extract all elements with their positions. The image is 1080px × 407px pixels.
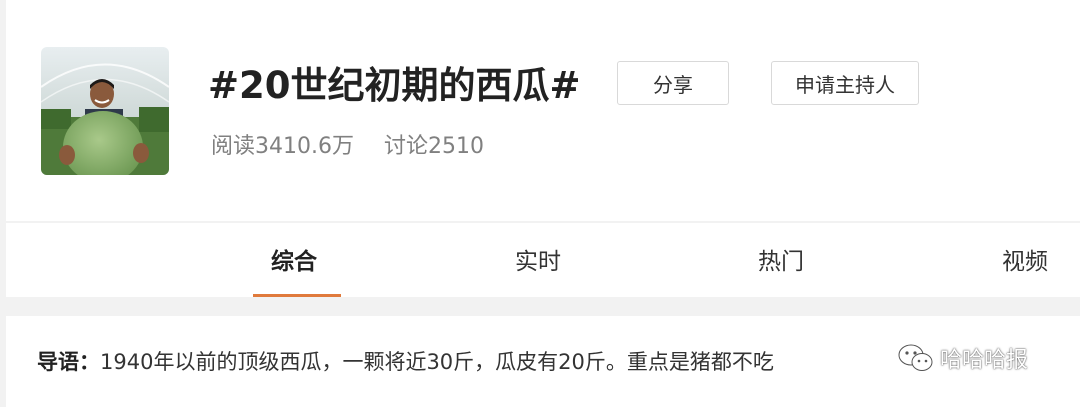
discuss-count: 讨论2510 <box>383 134 484 159</box>
watermark-text: 哈哈哈报 <box>940 348 1029 373</box>
wechat-icon <box>898 344 933 371</box>
apply-host-button[interactable]: 申请主持人 <box>771 61 919 105</box>
lead-label: 导语： <box>37 350 100 374</box>
share-button[interactable]: 分享 <box>617 61 729 105</box>
lead-content: 1940年以前的顶级西瓜，一颗将近30斤，瓜皮有20斤。重点是猪都不吃 <box>100 350 774 374</box>
lead-text-line: 导语：1940年以前的顶级西瓜，一颗将近30斤，瓜皮有20斤。重点是猪都不吃 <box>37 345 774 379</box>
tab-hot[interactable]: 热门 <box>758 245 804 279</box>
tab-comprehensive[interactable]: 综合 <box>271 245 317 279</box>
watermark: 哈哈哈报 <box>898 342 1028 374</box>
topic-title: #20世纪初期的西瓜# <box>208 64 581 107</box>
topic-avatar[interactable] <box>41 47 169 175</box>
avatar-photo <box>41 47 169 175</box>
tab-realtime[interactable]: 实时 <box>515 245 561 279</box>
read-count: 阅读3410.6万 <box>211 134 354 159</box>
tab-bar: 综合 实时 热门 视频 <box>6 223 1080 297</box>
topic-stats: 阅读3410.6万 讨论2510 <box>211 130 484 164</box>
active-tab-indicator <box>253 294 341 297</box>
tab-video[interactable]: 视频 <box>1002 245 1048 279</box>
